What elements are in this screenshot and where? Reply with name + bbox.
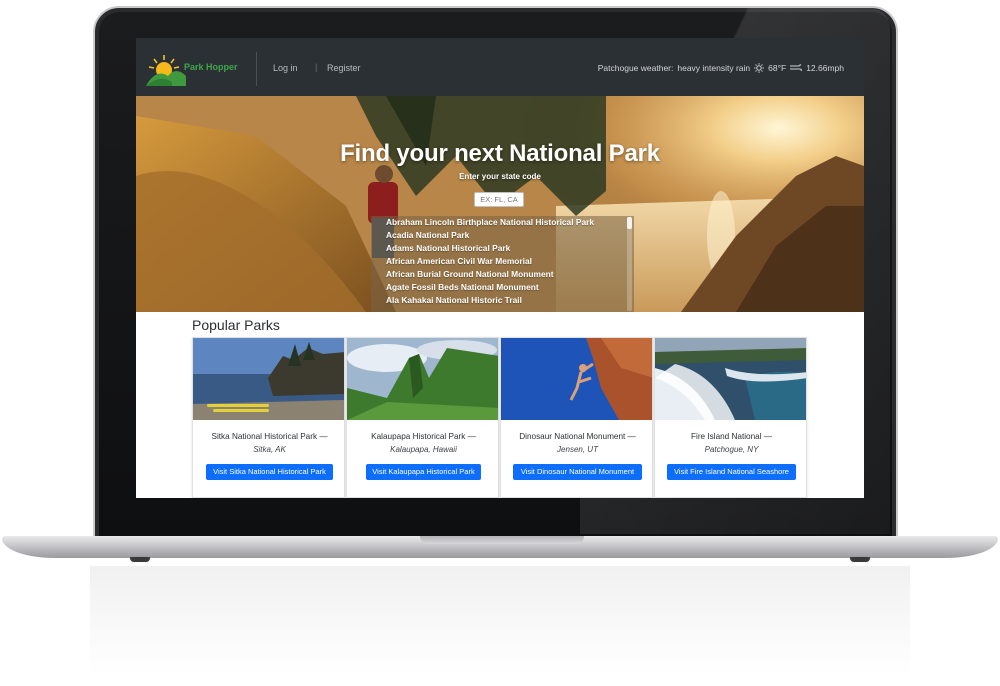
popular-parks-heading: Popular Parks: [192, 317, 280, 333]
kalaupapa-park-image: [347, 338, 498, 420]
laptop-foot: [130, 557, 150, 562]
park-suggestion-item[interactable]: Agate Fossil Beds National Monument: [371, 281, 634, 294]
popular-parks-cards: Sitka National Historical Park — Sitka, …: [192, 337, 808, 498]
park-card-fire-island: Fire Island National — Patchogue, NY Vis…: [654, 337, 807, 498]
park-card-title: Dinosaur National Monument —: [519, 432, 636, 441]
dinosaur-park-image: [501, 338, 652, 420]
weather-label: Patchogue weather:: [597, 63, 674, 73]
park-card-sitka: Sitka National Historical Park — Sitka, …: [192, 337, 345, 498]
visit-fire-island-button[interactable]: Visit Fire Island National Seashore: [667, 464, 796, 480]
login-link[interactable]: Log in: [273, 63, 298, 73]
wind-icon: [790, 64, 803, 72]
visit-sitka-button[interactable]: Visit Sitka National Historical Park: [206, 464, 333, 480]
hero-subtitle: Enter your state code: [459, 172, 541, 181]
laptop-foot: [850, 557, 870, 562]
sun-icon: [754, 63, 765, 73]
park-card-location: Kalaupapa, Hawaii: [390, 445, 457, 454]
park-card-title: Kalaupapa Historical Park —: [371, 432, 476, 441]
brand-name[interactable]: Park Hopper: [184, 62, 238, 72]
park-card-title: Fire Island National —: [691, 432, 772, 441]
park-suggestion-list: Abraham Lincoln Birthplace National Hist…: [371, 216, 634, 312]
state-code-input[interactable]: [474, 192, 524, 207]
fire-island-park-image: [655, 338, 806, 420]
park-card-title: Sitka National Historical Park —: [211, 432, 328, 441]
nav-separator: |: [315, 62, 318, 72]
park-card-location: Sitka, AK: [253, 445, 286, 454]
nav-divider: [256, 52, 257, 86]
park-hopper-logo-icon[interactable]: [146, 52, 186, 86]
hero-banner: Find your next National Park Enter your …: [136, 96, 864, 312]
park-suggestion-item[interactable]: Ala Kahakai National Historic Trail: [371, 294, 634, 307]
laptop-base: [2, 536, 998, 558]
park-card-location: Patchogue, NY: [704, 445, 759, 454]
list-scrollbar[interactable]: [627, 217, 632, 311]
park-card-kalaupapa: Kalaupapa Historical Park — Kalaupapa, H…: [346, 337, 499, 498]
register-link[interactable]: Register: [327, 63, 361, 73]
park-suggestion-item[interactable]: Abraham Lincoln Birthplace National Hist…: [371, 216, 634, 229]
park-suggestion-item[interactable]: African Burial Ground National Monument: [371, 268, 634, 281]
browser-screen: Park Hopper Log in | Register Patchogue …: [136, 38, 864, 498]
visit-kalaupapa-button[interactable]: Visit Kalaupapa Historical Park: [366, 464, 481, 480]
park-suggestion-item[interactable]: African American Civil War Memorial: [371, 255, 634, 268]
navbar: Park Hopper Log in | Register Patchogue …: [136, 38, 864, 96]
weather-condition: heavy intensity rain: [677, 63, 751, 73]
weather-temperature: 68°F: [768, 63, 787, 73]
hero-title: Find your next National Park: [340, 140, 660, 167]
park-suggestion-item[interactable]: Adams National Historical Park: [371, 242, 634, 255]
laptop-reflection: [90, 566, 910, 676]
park-card-location: Jensen, UT: [557, 445, 598, 454]
visit-dinosaur-button[interactable]: Visit Dinosaur National Monument: [513, 464, 642, 480]
sitka-park-image: [193, 338, 344, 420]
laptop-opening-notch: [420, 536, 584, 544]
park-card-dinosaur: Dinosaur National Monument — Jensen, UT …: [500, 337, 653, 498]
list-scrollbar-thumb[interactable]: [627, 217, 632, 229]
park-suggestion-item[interactable]: Acadia National Park: [371, 229, 634, 242]
weather-wind-speed: 12.66mph: [806, 63, 844, 73]
weather-widget: Patchogue weather: heavy intensity rain …: [598, 63, 844, 73]
